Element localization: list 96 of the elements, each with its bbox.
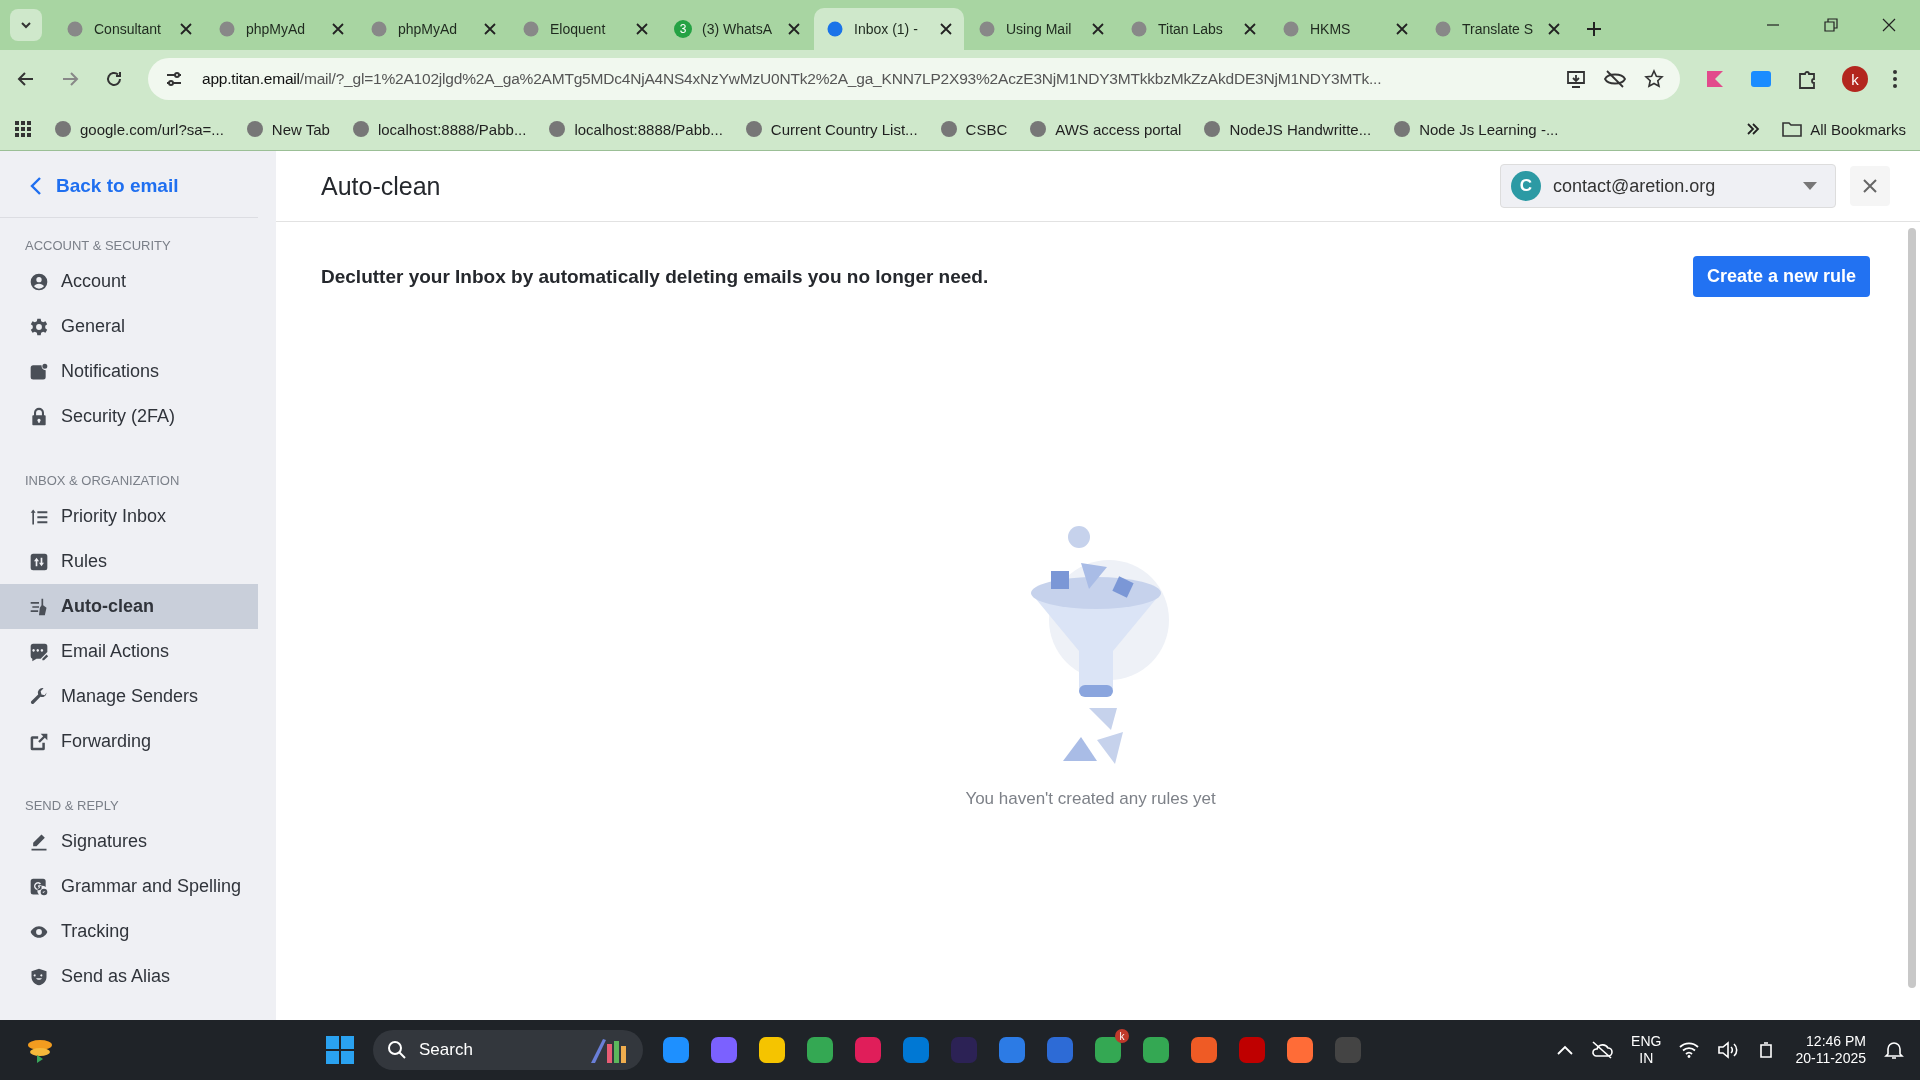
sidebar-item[interactable]: Forwarding (0, 719, 258, 764)
sidebar-item[interactable]: Auto-clean (0, 584, 258, 629)
puzzle-icon[interactable] (1796, 68, 1818, 90)
empty-state-message: You haven't created any rules yet (965, 789, 1216, 809)
browser-tab[interactable]: HKMS (1270, 8, 1420, 50)
section-heading: SEND & REPLY (24, 798, 120, 815)
site-settings-icon[interactable] (164, 69, 184, 89)
close-icon[interactable] (940, 23, 952, 35)
close-icon[interactable] (1244, 23, 1256, 35)
close-icon[interactable] (180, 23, 192, 35)
reload-icon[interactable] (104, 69, 124, 89)
rules-icon (29, 551, 49, 572)
sidebar-item[interactable]: Email Actions (0, 629, 258, 674)
bookmark[interactable]: CSBC (939, 120, 1008, 138)
close-icon[interactable] (1882, 18, 1896, 32)
lock-icon (29, 406, 49, 427)
bookmark[interactable]: google.com/url?sa=... (54, 120, 224, 138)
share-icon (29, 731, 49, 752)
apps-grid-icon[interactable] (14, 120, 32, 138)
sidebar-item[interactable]: General (0, 304, 258, 349)
language-indicator[interactable]: ENG IN (1631, 1033, 1662, 1067)
tab-favicon-badge: 3 (674, 20, 692, 38)
section-heading: ACCOUNT & SECURITY (24, 238, 172, 255)
eye-slash-icon[interactable] (1604, 69, 1626, 89)
sidebar-item[interactable]: Tracking (0, 909, 258, 954)
close-icon[interactable] (1092, 23, 1104, 35)
clock[interactable]: 12:46 PM 20-11-2025 (1795, 1033, 1866, 1067)
browser-tab[interactable]: Inbox (1) - (814, 8, 964, 50)
chat-edit-icon (29, 641, 49, 662)
sidebar-item[interactable]: Priority Inbox (0, 494, 258, 539)
grammar-check-icon (29, 876, 49, 897)
wrench-icon (29, 686, 49, 707)
caret-icon (1803, 182, 1817, 190)
bookmark[interactable]: localhost:8888/Pabb... (351, 120, 527, 138)
more-icon[interactable] (1892, 69, 1898, 89)
broom-icon (29, 596, 49, 617)
bookmark[interactable]: AWS access portal (1029, 120, 1182, 138)
profile-avatar[interactable]: k (1842, 66, 1868, 92)
chevron-left-icon (30, 176, 42, 196)
url-text: app.titan.email/mail/?_gl=1%2A102jlgd%2A_ga%2AMTg5MDc4NjA4NS4xNzYwMzU0NTk2%2A_ga_KNN7LP2X93%2AczE3NjM1NDY3MTkkbzMkZzAkdDE3NjM1NDY3MTk... (202, 70, 1383, 88)
browser-tab[interactable]: 3 (3) WhatsA (662, 8, 812, 50)
search-icon (387, 1040, 407, 1060)
account-avatar: C (1511, 171, 1541, 201)
close-icon[interactable] (788, 23, 800, 35)
notification-badge: k (1115, 1029, 1129, 1043)
star-icon[interactable] (1644, 69, 1664, 89)
bookmark[interactable]: Node Js Learning -... (1393, 120, 1559, 138)
browser-tab[interactable]: phpMyAd (358, 8, 508, 50)
browser-tab[interactable]: phpMyAd (206, 8, 356, 50)
close-icon[interactable] (484, 23, 496, 35)
sidebar-item[interactable]: Manage Senders (0, 674, 258, 719)
restore-icon[interactable] (1824, 18, 1838, 32)
browser-tab[interactable]: Using Mail (966, 8, 1116, 50)
sidebar-item[interactable]: Account (0, 259, 258, 304)
wifi-icon[interactable] (1679, 1042, 1700, 1058)
bookmark[interactable]: localhost:8888/Pabb... (548, 120, 723, 138)
back-to-email-link[interactable]: Back to email (0, 151, 258, 217)
sidebar-item[interactable]: Send as Alias (0, 954, 258, 999)
bookmark[interactable]: Current Country List... (744, 120, 918, 138)
close-button[interactable] (1850, 166, 1890, 206)
bookmark[interactable]: New Tab (245, 120, 330, 138)
account-dropdown[interactable]: C contact@aretion.org (1500, 164, 1836, 208)
notification-bell-icon[interactable] (1884, 1040, 1904, 1060)
speaker-icon[interactable] (1717, 1041, 1740, 1059)
windows-start-icon[interactable] (325, 1035, 355, 1065)
all-bookmarks-link[interactable]: All Bookmarks (1782, 120, 1906, 138)
cloud-off-icon[interactable] (1591, 1041, 1614, 1059)
page-title: Auto-clean (321, 171, 442, 201)
sidebar-item[interactable]: Signatures (0, 819, 258, 864)
account-email: contact@aretion.org (1553, 175, 1717, 197)
close-icon[interactable] (1396, 23, 1408, 35)
close-icon (1862, 178, 1878, 194)
chevron-double-icon[interactable] (1746, 122, 1761, 136)
install-icon[interactable] (1566, 69, 1586, 89)
browser-tab[interactable]: Consultant (54, 8, 204, 50)
sidebar-item[interactable]: Grammar and Spelling (0, 864, 258, 909)
new-tab-icon[interactable] (1586, 21, 1602, 37)
section-heading: INBOX & ORGANIZATION (24, 473, 181, 490)
description-text: Declutter your Inbox by automatically deleting emails you no longer need. (321, 265, 989, 288)
settings-icon (29, 316, 49, 337)
close-icon[interactable] (1548, 23, 1560, 35)
address-bar[interactable]: app.titan.email/mail/?_gl=1%2A102jlgd%2A_ga%2AMTg5MDc4NjA4NS4xNzYwMzU0NTk2%2A_ga_KNN7LP2X93%2AczE3NjM1NDY3MTkkbzMkZzAkdDE3NjM1NDY3MTk... (148, 58, 1680, 100)
sidebar-item[interactable]: Notifications (0, 349, 258, 394)
sidebar-item[interactable]: Security (2FA) (0, 394, 258, 439)
browser-tab[interactable]: Eloquent (510, 8, 660, 50)
close-icon[interactable] (332, 23, 344, 35)
sidebar-item[interactable]: Rules (0, 539, 258, 584)
bookmark[interactable]: NodeJS Handwritte... (1203, 120, 1372, 138)
scrollbar[interactable] (1908, 228, 1916, 988)
create-rule-button[interactable]: Create a new rule (1692, 256, 1870, 297)
browser-tab[interactable]: Translate S (1422, 8, 1572, 50)
taskbar-search-field[interactable]: Search (373, 1030, 643, 1070)
close-icon[interactable] (636, 23, 648, 35)
browser-tab[interactable]: Titan Labs (1118, 8, 1268, 50)
tab-search-button[interactable] (10, 9, 42, 41)
chevron-up-icon[interactable] (1557, 1045, 1574, 1055)
